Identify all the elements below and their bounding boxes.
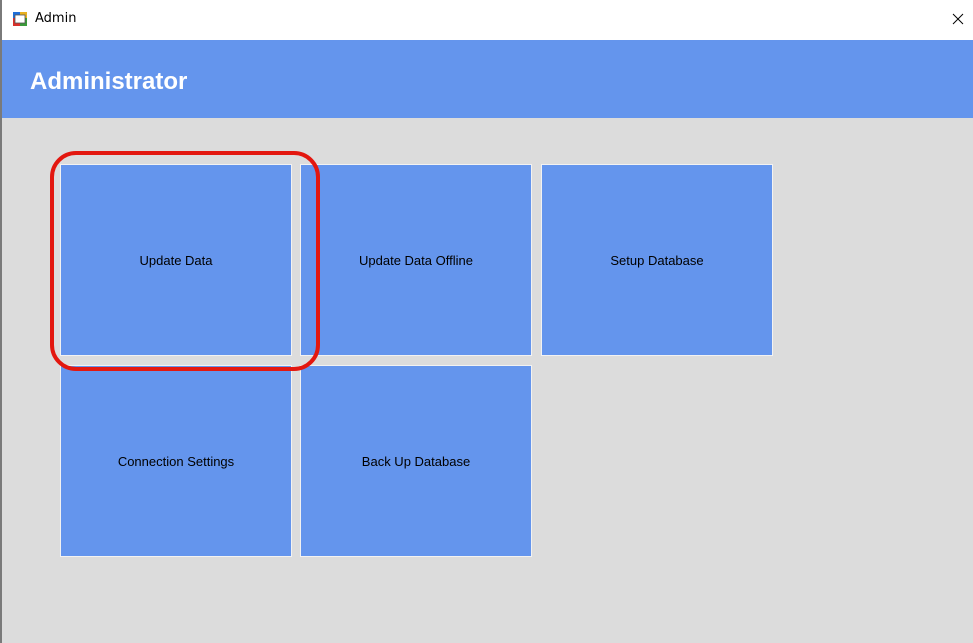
title-bar: Admin [2,0,973,40]
setup-database-button[interactable]: Setup Database [541,164,773,356]
connection-settings-label: Connection Settings [117,453,235,469]
window-title: Admin [35,11,77,26]
update-data-button[interactable]: Update Data [60,164,292,356]
admin-window: Admin Administrator Update Data Update D… [0,0,973,643]
close-button[interactable] [943,4,973,34]
update-data-label: Update Data [139,252,213,268]
back-up-database-label: Back Up Database [361,453,471,469]
update-data-offline-label: Update Data Offline [359,252,473,268]
update-data-offline-button[interactable]: Update Data Offline [300,164,532,356]
app-window-icon [12,11,28,27]
back-up-database-button[interactable]: Back Up Database [300,365,532,557]
close-icon [952,13,964,25]
page-title: Administrator [30,68,188,95]
setup-database-label: Setup Database [610,252,704,268]
connection-settings-button[interactable]: Connection Settings [60,365,292,557]
header-banner: Administrator [2,40,973,118]
